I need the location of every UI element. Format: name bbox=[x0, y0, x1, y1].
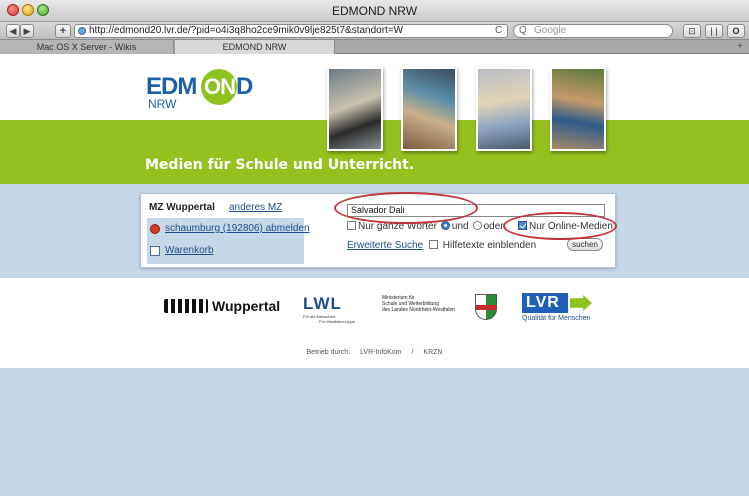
tab-edmond[interactable]: EDMOND NRW bbox=[175, 40, 335, 54]
logout-icon[interactable] bbox=[150, 224, 160, 234]
lvr-tagline: Qualität für Menschen bbox=[522, 315, 591, 322]
header-photo-3 bbox=[476, 67, 532, 151]
back-button[interactable]: ◀ bbox=[6, 24, 20, 38]
lwl-sub2: Für Westfalen-Lippe. bbox=[319, 319, 357, 324]
help-texts-label: Hilfetexte einblenden bbox=[442, 240, 537, 251]
operated-by: Betrieb durch: LVR-InfoKom / KRZN bbox=[0, 349, 749, 356]
help-texts-checkbox[interactable] bbox=[429, 240, 438, 249]
web-page: EDM ON D NRW Medien für Schule und Unter… bbox=[0, 55, 749, 496]
logo-circle: ON bbox=[201, 69, 237, 105]
window-title: EDMOND NRW bbox=[331, 4, 418, 18]
address-bar[interactable]: http://edmond20.lvr.de/?pid=o4i3q8ho2ce9… bbox=[74, 24, 508, 38]
header-photo-2 bbox=[401, 67, 457, 151]
ministry-line3: des Landes Nordrhein-Westfalen bbox=[382, 307, 456, 313]
logout-link[interactable]: schaumburg (192806) abmelden bbox=[165, 223, 310, 234]
photo-girls-reading bbox=[478, 69, 530, 149]
media-center-label: MZ Wuppertal bbox=[149, 202, 215, 213]
operator-krzn[interactable]: KRZN bbox=[423, 349, 442, 356]
tab-wikis[interactable]: Mac OS X Server - Wikis bbox=[0, 40, 174, 54]
user-actions-box: schaumburg (192806) abmelden Warenkorb bbox=[147, 218, 310, 264]
search-panel: MZ Wuppertal anderes MZ schaumburg (1928… bbox=[140, 193, 616, 268]
nrw-crest-icon bbox=[475, 294, 497, 320]
lvr-arrow-icon bbox=[570, 295, 592, 311]
add-bookmark-button[interactable]: + bbox=[55, 24, 71, 38]
ministry-logo[interactable]: Ministerium für Schule und Weiterbildung… bbox=[382, 295, 472, 313]
browser-search-field[interactable]: Q Google bbox=[513, 24, 673, 38]
search-icon: Q bbox=[519, 25, 527, 36]
lvr-box: LVR bbox=[522, 293, 568, 313]
search-placeholder: Google bbox=[534, 25, 567, 36]
lvr-text: LVR bbox=[526, 294, 560, 311]
pause-button[interactable]: | | bbox=[705, 24, 723, 38]
stop-button[interactable]: O bbox=[727, 24, 745, 38]
photo-classroom-computers bbox=[329, 69, 381, 149]
reload-button[interactable]: C bbox=[495, 25, 502, 36]
whole-words-checkbox[interactable] bbox=[347, 221, 356, 230]
media-search-input[interactable]: Salvador Dali bbox=[347, 204, 605, 217]
site-favicon-icon bbox=[78, 27, 86, 35]
address-url: http://edmond20.lvr.de/?pid=o4i3q8ho2ce9… bbox=[89, 25, 404, 36]
new-tab-button[interactable]: + bbox=[737, 41, 743, 52]
or-label: oder bbox=[483, 221, 504, 232]
header-photo-1 bbox=[327, 67, 383, 151]
forward-arrow-icon: ▶ bbox=[23, 26, 31, 36]
browser-toolbar: ◀ ▶ + http://edmond20.lvr.de/?pid=o4i3q8… bbox=[0, 22, 749, 40]
bookmark-view-button[interactable]: ⊡ bbox=[683, 24, 701, 38]
logo-text-nrw: NRW bbox=[148, 97, 177, 111]
tab-bar: Mac OS X Server - Wikis EDMOND NRW + bbox=[0, 40, 749, 54]
online-media-option: Nur Online-Medien bbox=[518, 221, 613, 232]
or-radio[interactable] bbox=[472, 221, 482, 230]
header-photo-4 bbox=[550, 67, 606, 151]
cart-icon[interactable] bbox=[150, 246, 160, 256]
advanced-search-link[interactable]: Erweiterte Suche bbox=[347, 240, 423, 251]
online-media-checkbox[interactable] bbox=[518, 221, 527, 230]
online-media-label: Nur Online-Medien bbox=[529, 221, 613, 232]
change-media-center-link[interactable]: anderes MZ bbox=[229, 202, 282, 213]
cart-link[interactable]: Warenkorb bbox=[165, 245, 214, 256]
logo-text-d: D bbox=[236, 73, 254, 100]
whole-words-label: Nur ganze Wörter bbox=[358, 221, 437, 232]
operator-lvr-infokom[interactable]: LVR-InfoKom bbox=[360, 349, 402, 356]
back-arrow-icon: ◀ bbox=[9, 26, 17, 36]
operator-separator: / bbox=[411, 349, 414, 356]
user-panel: MZ Wuppertal anderes MZ schaumburg (1928… bbox=[147, 200, 310, 264]
help-texts-option: Hilfetexte einblenden bbox=[429, 240, 536, 251]
lvr-logo[interactable]: LVR Qualität für Menschen bbox=[522, 293, 598, 327]
lwl-logo[interactable]: LWL Für die Menschen. Für Westfalen-Lipp… bbox=[303, 294, 367, 326]
photo-group-work bbox=[552, 69, 604, 149]
wuppertal-wave-icon bbox=[164, 299, 208, 313]
logo-text-on: ON bbox=[204, 74, 236, 99]
operated-by-label: Betrieb durch: bbox=[306, 349, 351, 356]
partner-logos: Wuppertal LWL Für die Menschen. Für West… bbox=[0, 278, 749, 368]
wuppertal-logo[interactable]: Wuppertal bbox=[164, 296, 284, 316]
and-label: und bbox=[451, 221, 469, 232]
page-slogan: Medien für Schule und Unterricht. bbox=[145, 157, 415, 173]
edmond-logo[interactable]: EDM ON D NRW bbox=[146, 69, 253, 113]
wuppertal-text: Wuppertal bbox=[212, 298, 281, 314]
lwl-text: LWL bbox=[303, 294, 342, 313]
photo-students-headphones bbox=[403, 69, 455, 149]
page-bottom-band bbox=[0, 368, 749, 496]
forward-button[interactable]: ▶ bbox=[20, 24, 34, 38]
window-titlebar: EDMOND NRW bbox=[0, 0, 749, 22]
and-radio[interactable] bbox=[440, 221, 450, 230]
search-button[interactable]: suchen bbox=[567, 238, 603, 251]
